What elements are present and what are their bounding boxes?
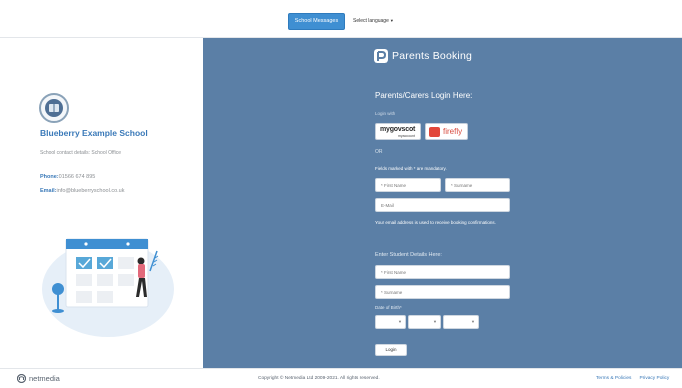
caret-down-icon: ▼	[389, 18, 394, 23]
date-of-birth-label: Date of Birth*	[375, 305, 402, 310]
school-name: Blueberry Example School	[40, 128, 148, 138]
chevron-down-icon: ▼	[471, 319, 475, 324]
footer-links: Terms & Policies Privacy Policy	[596, 376, 669, 381]
phone-label: Phone:	[40, 174, 59, 180]
mygovscot-label: mygovscot	[380, 126, 416, 133]
chevron-down-icon: ▼	[398, 319, 402, 324]
dob-month-select[interactable]: ▼	[408, 315, 441, 329]
dob-day-select[interactable]: ▼	[375, 315, 406, 329]
school-crest-icon	[39, 93, 69, 123]
email-value[interactable]: info@blueberryschool.co.uk	[57, 188, 125, 194]
calendar-illustration	[42, 238, 174, 337]
login-heading: Parents/Carers Login Here:	[375, 91, 473, 100]
school-info-panel: Blueberry Example School School contact …	[0, 38, 203, 368]
login-with-label: Login with	[375, 111, 396, 116]
privacy-link[interactable]: Privacy Policy	[639, 376, 669, 381]
dob-year-select[interactable]: ▼	[443, 315, 479, 329]
terms-link[interactable]: Terms & Policies	[596, 376, 631, 381]
login-button[interactable]: Login	[375, 344, 407, 356]
netmedia-logo-icon	[17, 374, 26, 383]
chevron-down-icon: ▼	[433, 319, 437, 324]
language-select-label: Select language	[353, 18, 389, 24]
school-phone: Phone:01566 674 895	[40, 174, 95, 180]
school-messages-button[interactable]: School Messages	[288, 13, 345, 30]
parents-booking-logo-icon	[374, 49, 388, 63]
student-surname-input[interactable]	[375, 285, 510, 299]
firefly-login-button[interactable]: firefly	[425, 123, 468, 140]
mygovscot-login-button[interactable]: mygovscot myaccount	[375, 123, 421, 140]
netmedia-brand: netmedia	[29, 374, 60, 383]
login-panel: Parents Booking Parents/Carers Login Her…	[203, 38, 682, 368]
parent-first-name-input[interactable]	[375, 178, 441, 192]
phone-value: 01566 674 895	[58, 174, 96, 180]
email-label: Email:	[40, 188, 57, 194]
mygovscot-sublabel: myaccount	[398, 134, 415, 138]
footer: netmedia Copyright © Netmedia Ltd 2009-2…	[0, 368, 682, 388]
or-divider: OR	[375, 149, 383, 155]
parent-surname-input[interactable]	[445, 178, 510, 192]
brand-title: Parents Booking	[392, 50, 473, 62]
student-details-heading: Enter Student Details Here:	[375, 252, 442, 258]
copyright-text: Copyright © Netmedia Ltd 2009-2021. All …	[258, 376, 380, 381]
email-note: Your email address is used to receive bo…	[375, 220, 496, 225]
firefly-logo-icon	[429, 127, 440, 137]
school-email: Email:info@blueberryschool.co.uk	[40, 188, 124, 194]
school-contact-details: School contact details: School Office	[40, 150, 122, 156]
netmedia-logo[interactable]: netmedia	[17, 374, 60, 383]
firefly-label: firefly	[443, 127, 463, 136]
student-first-name-input[interactable]	[375, 265, 510, 279]
top-bar: School Messages Select language▼	[0, 0, 682, 38]
language-select[interactable]: Select language▼	[353, 18, 394, 24]
mandatory-note: Fields marked with * are mandatory.	[375, 166, 447, 171]
brand: Parents Booking	[374, 49, 472, 63]
email-input[interactable]	[375, 198, 510, 212]
